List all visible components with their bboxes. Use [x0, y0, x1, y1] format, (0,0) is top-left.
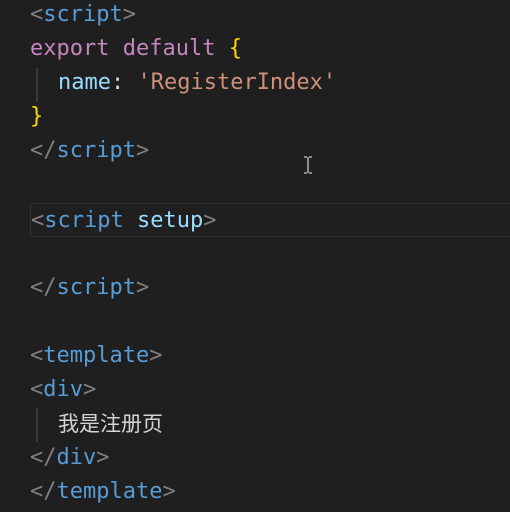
string-value: 'RegisterIndex': [137, 70, 337, 95]
attribute-name: setup: [136, 208, 204, 233]
code-line-12[interactable]: <div>: [0, 373, 510, 407]
tag-bracket: <: [30, 343, 44, 368]
tag-bracket: >: [83, 377, 97, 402]
code-line-9[interactable]: </script>: [0, 271, 510, 305]
tag-bracket: >: [96, 445, 110, 470]
code-line-14[interactable]: </div>: [0, 441, 510, 475]
brace: {: [228, 36, 242, 61]
tag-bracket: >: [203, 208, 217, 233]
code-line-15[interactable]: </template>: [0, 475, 510, 509]
property-key: name: [58, 70, 111, 95]
tag-name: script: [44, 208, 124, 233]
tag-bracket: </: [30, 445, 57, 470]
keyword: export: [30, 36, 110, 61]
tag-bracket: >: [135, 138, 150, 163]
code-line-5[interactable]: </script>: [0, 134, 510, 168]
tag-name: template: [56, 479, 163, 504]
tag-name: script: [56, 138, 136, 163]
code-line-3[interactable]: name: 'RegisterIndex': [0, 66, 510, 100]
tag-name: div: [56, 445, 97, 470]
code-line-2[interactable]: export default {: [0, 32, 510, 66]
template-text: 我是注册页: [58, 412, 163, 436]
code-line-7-current[interactable]: <script setup>: [30, 203, 510, 237]
code-line-4[interactable]: }: [0, 100, 510, 134]
keyword: default: [122, 36, 216, 61]
tag-bracket: >: [135, 275, 150, 300]
tag-name: template: [43, 343, 150, 368]
code-line-11[interactable]: <template>: [0, 339, 510, 373]
tag-bracket: >: [149, 343, 163, 368]
tag-name: script: [43, 2, 123, 27]
tag-name: div: [43, 377, 83, 402]
tag-name: script: [56, 275, 136, 300]
tag-bracket: <: [30, 2, 44, 27]
brace: }: [30, 104, 44, 129]
tag-bracket: <: [30, 377, 44, 402]
punctuation: :: [110, 70, 125, 95]
text-cursor-icon: [304, 156, 312, 174]
code-line-13[interactable]: 我是注册页: [0, 407, 510, 441]
code-editor[interactable]: <script> export default { name: 'Registe…: [0, 0, 510, 512]
tag-bracket: >: [162, 479, 176, 504]
tag-bracket: </: [30, 479, 57, 504]
tag-bracket: >: [122, 2, 136, 27]
tag-bracket: <: [31, 208, 45, 233]
code-line-1[interactable]: <script>: [0, 0, 510, 32]
tag-bracket: </: [30, 138, 57, 163]
tag-bracket: </: [30, 275, 57, 300]
